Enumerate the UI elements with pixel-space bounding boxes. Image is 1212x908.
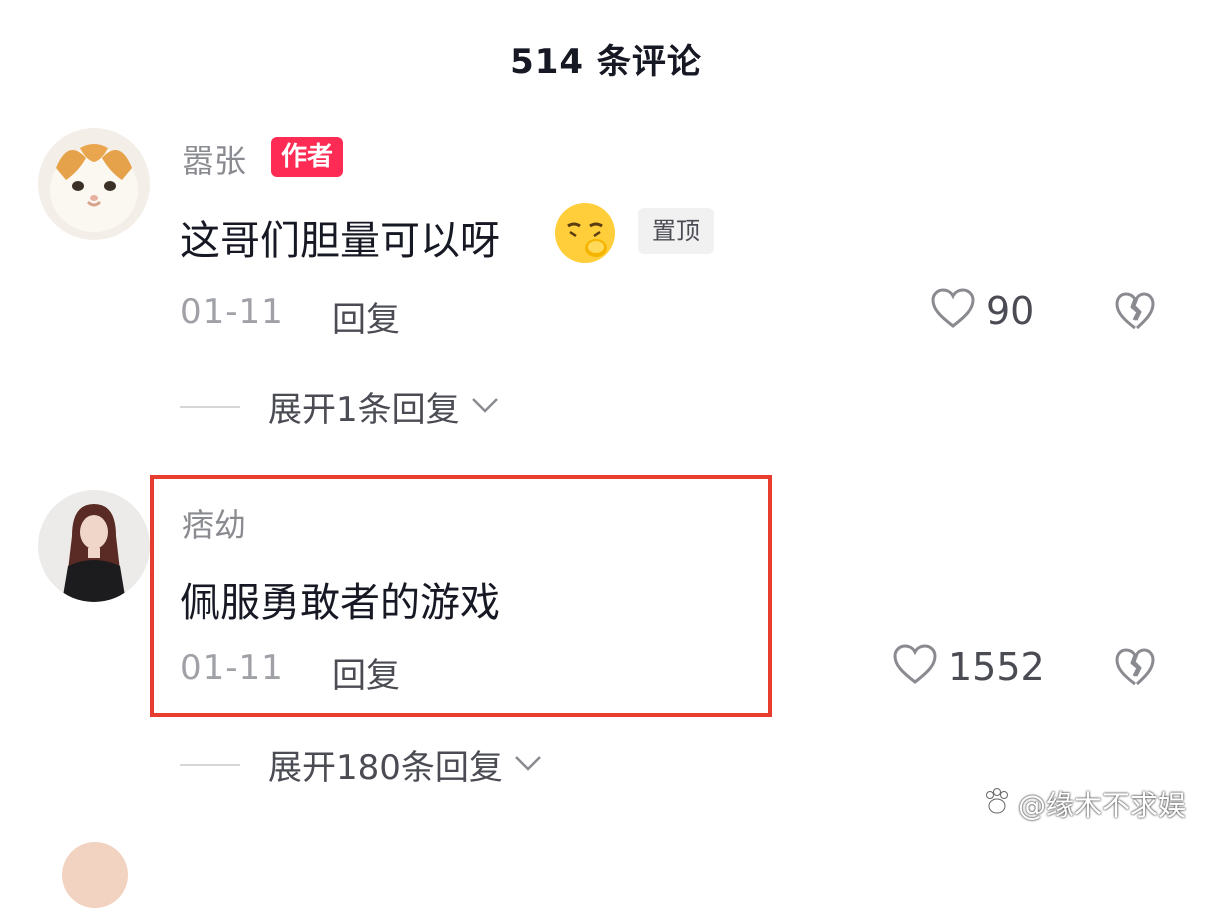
avatar[interactable] [38, 490, 150, 602]
author-badge: 作者 [271, 137, 344, 177]
heart-icon [930, 288, 976, 334]
watermark: @缘木不求娱 [982, 784, 1186, 824]
like-count: 90 [986, 289, 1035, 333]
expand-replies[interactable]: 展开180条回复 [180, 740, 543, 789]
watermark-text: @缘木不求娱 [1017, 789, 1186, 822]
like-button[interactable]: 1552 [892, 644, 1045, 690]
divider-line [180, 763, 240, 766]
like-count: 1552 [948, 645, 1045, 689]
broken-heart-icon[interactable] [1114, 648, 1156, 692]
pleading-covering-mouth-emoji [552, 200, 618, 266]
like-button[interactable]: 90 [930, 288, 1034, 334]
paw-icon [982, 786, 1012, 823]
expand-replies[interactable]: 展开1条回复 [180, 382, 500, 431]
chevron-down-icon [470, 396, 500, 418]
avatar[interactable] [38, 128, 150, 240]
heart-icon [892, 644, 938, 690]
chevron-down-icon [513, 754, 543, 776]
highlight-annotation-box [150, 475, 772, 717]
broken-heart-icon[interactable] [1114, 292, 1156, 336]
divider-line [180, 405, 240, 408]
comments-title: 514 条评论 [510, 42, 702, 82]
comment-text: 这哥们胆量可以呀 [180, 218, 500, 264]
reply-button[interactable]: 回复 [332, 292, 400, 341]
expand-replies-label: 展开1条回复 [268, 390, 460, 430]
username[interactable]: 嚣张 [182, 136, 246, 182]
pinned-badge: 置顶 [638, 208, 714, 254]
avatar[interactable] [62, 842, 128, 908]
comment-date: 01-11 [180, 292, 284, 332]
expand-replies-label: 展开180条回复 [268, 748, 503, 788]
